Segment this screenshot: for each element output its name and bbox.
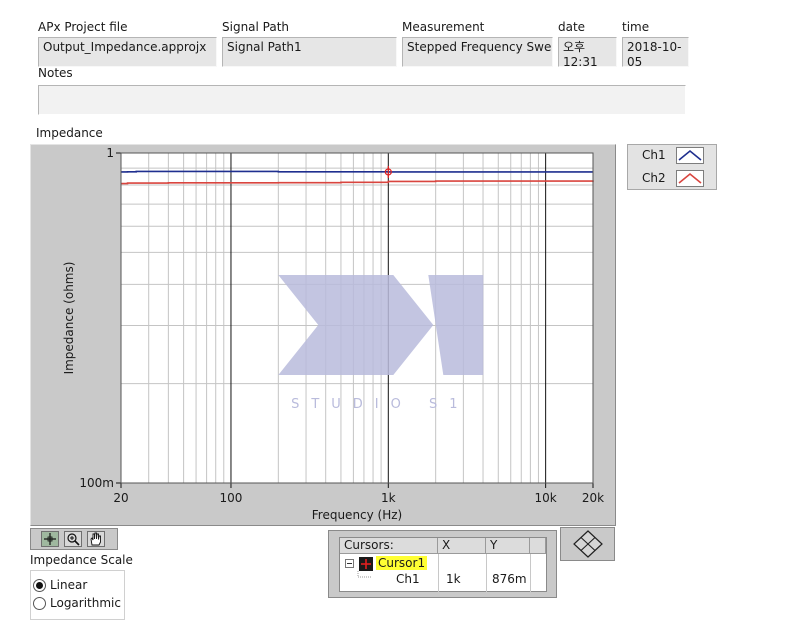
zoom-tool-button[interactable] <box>64 531 82 547</box>
project-file-label: APx Project file <box>38 20 128 34</box>
diamond-nav-icon <box>573 530 603 558</box>
y-tick-label: 1 <box>106 146 114 160</box>
notes-field[interactable] <box>38 85 686 115</box>
cursor-table[interactable]: Cursors: X Y Cursor1 Ch1 1k 876m <box>339 537 547 592</box>
radio-logarithmic[interactable] <box>33 597 46 610</box>
legend-item-ch2[interactable]: Ch2 <box>628 168 716 190</box>
header-spacer <box>530 538 546 554</box>
legend-item-ch1[interactable]: Ch1 <box>628 145 716 167</box>
x-axis-title: Frequency (Hz) <box>312 508 403 522</box>
date-label: date <box>558 20 586 34</box>
time-field[interactable]: 2018-10-05 <box>622 37 689 67</box>
notes-label: Notes <box>38 66 73 80</box>
measurement-label: Measurement <box>402 20 485 34</box>
x-tick-label: 10k <box>535 491 557 505</box>
plot-legend[interactable]: Ch1 Ch2 <box>627 144 717 190</box>
time-label: time <box>622 20 650 34</box>
x-tick-label: 20k <box>582 491 604 505</box>
watermark-text: STUDIO S1 <box>291 397 469 412</box>
crosshair-icon <box>44 533 56 545</box>
cursor-tool-button[interactable] <box>41 531 59 547</box>
scale-option-linear-label: Linear <box>50 578 88 592</box>
tree-connector <box>357 571 372 578</box>
y-column-header: Y <box>486 538 530 554</box>
impedance-chart[interactable]: STUDIO S1 20 100 1k 10k 20k 100m 1 Frequency (… <box>31 145 615 525</box>
x-tick-label: 1k <box>381 491 396 505</box>
cursor-row-x: 1k <box>446 572 461 586</box>
cursor-name[interactable]: Cursor1 <box>376 556 428 570</box>
signal-path-field[interactable]: Signal Path1 <box>222 37 397 67</box>
y-axis-title: Impedance (ohms) <box>62 262 76 375</box>
date-field[interactable]: 오후 12:31 <box>558 37 617 67</box>
legend-swatch-ch2[interactable] <box>676 170 704 187</box>
cursors-header: Cursors: <box>340 538 438 554</box>
cursor-row-channel: Ch1 <box>396 572 420 586</box>
impedance-scale-label: Impedance Scale <box>30 553 133 567</box>
graph-label: Impedance <box>36 126 103 140</box>
scale-option-logarithmic-label: Logarithmic <box>50 596 121 610</box>
impedance-scale-selector: Linear Logarithmic <box>30 570 125 620</box>
legend-swatch-ch1[interactable] <box>676 147 704 164</box>
graph-tool-palette <box>30 528 118 550</box>
zoom-icon <box>67 533 80 546</box>
signal-path-label: Signal Path <box>222 20 290 34</box>
y-tick-label: 100m <box>79 476 114 490</box>
project-file-field[interactable]: Output_Impedance.approjx <box>38 37 217 67</box>
legend-label-ch2: Ch2 <box>642 171 666 185</box>
legend-label-ch1: Ch1 <box>642 148 666 162</box>
cursor-marker-icon[interactable] <box>359 557 373 571</box>
x-column-header: X <box>438 538 486 554</box>
radio-linear[interactable] <box>33 579 46 592</box>
impedance-graph[interactable]: STUDIO S1 20 100 1k 10k 20k 100m 1 Frequency (… <box>30 144 616 526</box>
minus-box-icon[interactable] <box>345 559 355 569</box>
hand-icon <box>90 532 101 546</box>
pan-tool-button[interactable] <box>87 531 105 547</box>
measurement-field[interactable]: Stepped Frequency Sweep <box>402 37 553 67</box>
x-tick-label: 100 <box>220 491 243 505</box>
cursor-legend-panel: Cursors: X Y Cursor1 Ch1 1k 876m <box>328 530 557 598</box>
x-tick-label: 20 <box>113 491 128 505</box>
cursor-row-y: 876m <box>492 572 527 586</box>
graph-navigation-button[interactable] <box>560 527 615 561</box>
